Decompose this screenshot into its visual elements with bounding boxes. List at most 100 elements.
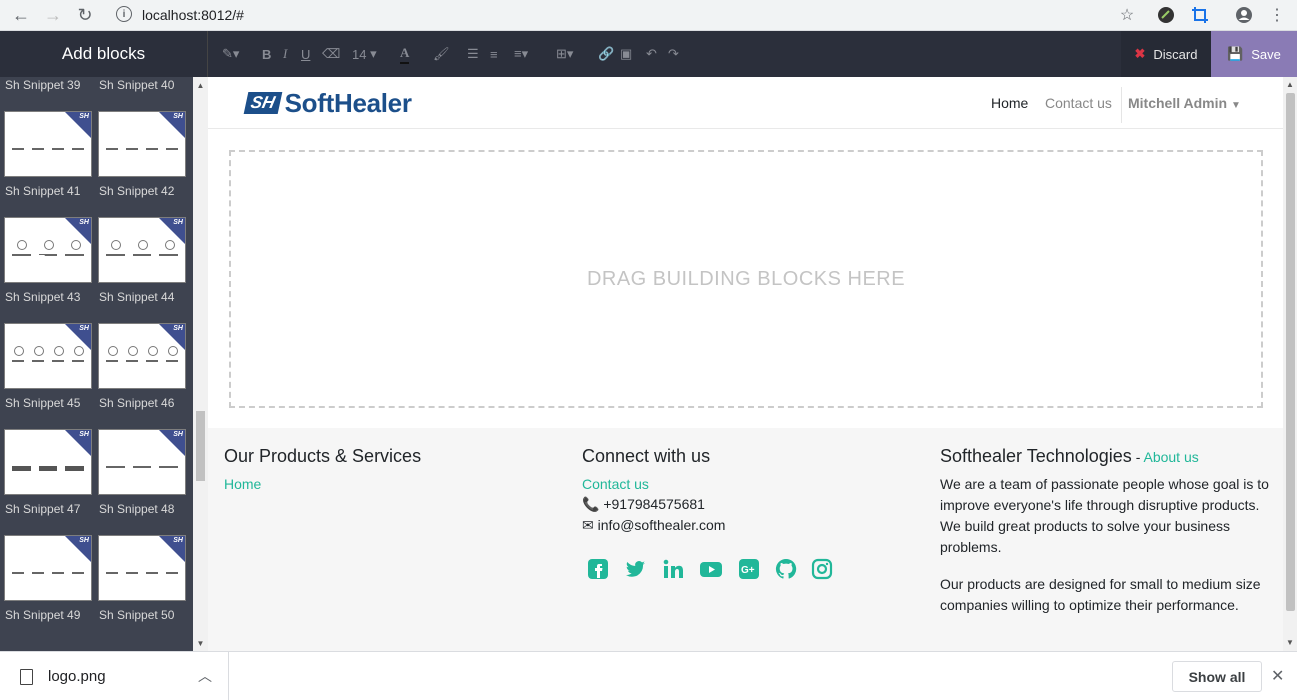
table-icon[interactable]: ⊞▾ [556, 44, 573, 64]
reload-icon[interactable]: ↻ [72, 2, 98, 28]
snippet-label[interactable]: Sh Snippet 50 [99, 608, 174, 622]
thumb-dot [164, 240, 175, 250]
forward-icon[interactable]: → [40, 2, 66, 28]
extension-icon[interactable] [1153, 2, 1179, 28]
site-header: SH SoftHealer Home Contact us Mitchell A… [208, 77, 1283, 129]
snippet-label[interactable]: Sh Snippet 48 [99, 502, 174, 516]
phone-icon: 📞 [582, 496, 600, 512]
url-text[interactable]: localhost:8012/# [142, 7, 244, 23]
menu-icon[interactable]: ⋮ [1264, 2, 1290, 28]
show-all-button[interactable]: Show all [1172, 661, 1262, 692]
download-item[interactable]: logo.png ︿ [0, 652, 229, 700]
snippet-label[interactable]: Sh Snippet 45 [5, 396, 80, 410]
scroll-down-arrow[interactable]: ▼ [196, 639, 205, 648]
star-icon[interactable]: ☆ [1114, 2, 1140, 28]
linkedin-icon[interactable] [662, 558, 684, 580]
thumb-line [65, 466, 84, 471]
thumb-dot [128, 346, 138, 356]
numbered-list-icon[interactable]: ≡ [490, 44, 498, 64]
thumb-line [106, 148, 118, 150]
snippet-label[interactable]: Sh Snippet 44 [99, 290, 174, 304]
snippet-thumbnail[interactable]: SH [98, 429, 186, 495]
snippet-thumbnail[interactable]: SH [4, 429, 92, 495]
github-icon[interactable] [775, 558, 797, 580]
company-heading: Softhealer Technologies - About us [940, 446, 1270, 467]
user-dropdown[interactable]: Mitchell Admin ▼ [1128, 95, 1241, 111]
softhealer-logo[interactable]: SH SoftHealer [243, 88, 412, 118]
back-icon[interactable]: ← [8, 2, 34, 28]
drop-zone[interactable]: DRAG BUILDING BLOCKS HERE [229, 150, 1263, 408]
profile-icon[interactable] [1231, 2, 1257, 28]
snippet-thumbnail[interactable]: SH [98, 323, 186, 389]
font-size-select[interactable]: 14 ▾ [352, 44, 377, 64]
thumb-line [106, 360, 118, 362]
snippet-label[interactable]: Sh Snippet 49 [5, 608, 80, 622]
address-bar[interactable]: i localhost:8012/# [108, 3, 1148, 27]
snippet-label[interactable]: Sh Snippet 47 [5, 502, 80, 516]
instagram-icon[interactable] [811, 558, 833, 580]
redo-icon[interactable]: ↷ [668, 44, 679, 64]
bullet-list-icon[interactable]: ☰ [467, 44, 479, 64]
crop-extension-icon[interactable] [1187, 2, 1213, 28]
email-address: info@softhealer.com [597, 517, 726, 533]
thumb-line [38, 466, 58, 471]
facebook-icon[interactable] [587, 558, 609, 580]
snippet-thumbnail[interactable]: SH [98, 217, 186, 283]
snippet-badge-text: SH [173, 325, 183, 332]
nav-home[interactable]: Home [991, 95, 1028, 111]
snippet-thumbnail[interactable]: SH [4, 111, 92, 177]
save-button[interactable]: 💾 Save [1211, 31, 1297, 77]
snippet-label[interactable]: Sh Snippet 41 [5, 184, 80, 198]
snippet-thumbnail[interactable]: SH [98, 535, 186, 601]
snippet-thumbnail[interactable]: SH [4, 217, 92, 283]
snippet-thumbnail[interactable]: SH [98, 111, 186, 177]
bold-icon[interactable]: B [262, 44, 271, 64]
thumb-line [146, 360, 158, 362]
email-line: ✉ info@softhealer.com [582, 515, 725, 536]
snippet-thumbnail[interactable]: SH [4, 323, 92, 389]
snippet-thumbnail[interactable]: SH [4, 535, 92, 601]
google-plus-icon[interactable]: G+ [738, 558, 760, 580]
snippet-label[interactable]: Sh Snippet 42 [99, 184, 174, 198]
twitter-icon[interactable] [624, 558, 646, 580]
mouse-cursor-icon [38, 255, 45, 267]
link-icon[interactable]: 🔗 [598, 44, 614, 64]
youtube-icon[interactable] [699, 558, 723, 580]
company-separator: - [1131, 449, 1144, 465]
add-blocks-title: Add blocks [0, 31, 208, 77]
close-icon[interactable]: ✕ [1271, 666, 1284, 686]
eraser-icon[interactable]: ⌫ [322, 44, 340, 64]
nav-contact-us[interactable]: Contact us [1045, 95, 1112, 111]
discard-label: Discard [1153, 46, 1198, 62]
scroll-up-arrow[interactable]: ▲ [196, 81, 205, 90]
snippet-label[interactable]: Sh Snippet 40 [99, 78, 174, 92]
chevron-up-icon[interactable]: ︿ [198, 666, 212, 686]
magic-wand-icon[interactable]: ✎▾ [222, 44, 239, 64]
snippet-label[interactable]: Sh Snippet 43 [5, 290, 80, 304]
footer-contact-link[interactable]: Contact us [582, 476, 649, 492]
paint-brush-icon[interactable]: 🖌 [433, 44, 450, 64]
editor-toolbar: Add blocks ✎▾ B I U ⌫ 14 ▾ A 🖌 ☰ ≡ ≡▾ ⊞▾… [0, 31, 1297, 77]
snippet-label[interactable]: Sh Snippet 39 [5, 78, 80, 92]
footer-home-link[interactable]: Home [224, 476, 261, 492]
snippet-label[interactable]: Sh Snippet 46 [99, 396, 174, 410]
image-icon[interactable]: ▣ [620, 44, 632, 64]
text-color-icon[interactable]: A [400, 44, 410, 64]
align-icon[interactable]: ≡▾ [514, 44, 528, 64]
thumb-line [132, 466, 152, 468]
panel-scrollbar[interactable] [193, 77, 208, 651]
about-us-link[interactable]: About us [1143, 449, 1198, 465]
page-scroll-up-arrow[interactable]: ▲ [1286, 80, 1294, 89]
close-icon: ✖ [1134, 46, 1146, 61]
page-scroll-thumb[interactable] [1286, 93, 1295, 611]
info-icon[interactable]: i [116, 6, 132, 22]
underline-icon[interactable]: U [301, 44, 310, 64]
page-scroll-down-arrow[interactable]: ▼ [1286, 638, 1294, 647]
undo-icon[interactable]: ↶ [646, 44, 657, 64]
thumb-line [52, 148, 64, 150]
panel-scroll-thumb[interactable] [196, 411, 205, 481]
italic-icon[interactable]: I [283, 44, 287, 64]
discard-button[interactable]: ✖ Discard [1121, 31, 1211, 77]
company-title: Softhealer Technologies [940, 446, 1132, 466]
thumb-line [132, 254, 152, 256]
